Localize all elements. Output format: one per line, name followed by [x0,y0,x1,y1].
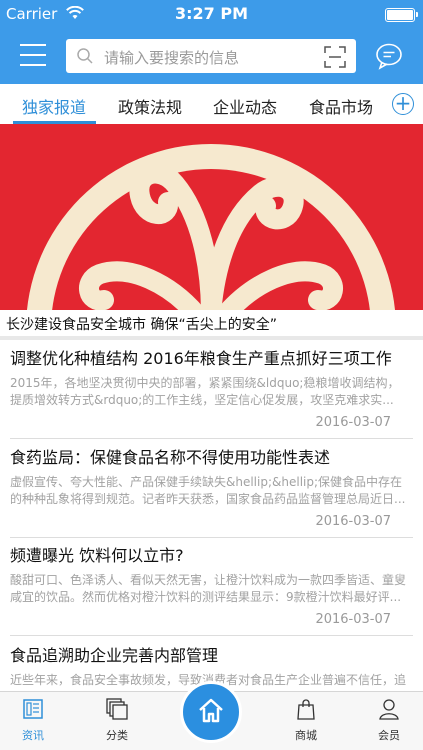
divider [10,537,413,538]
battery-icon [385,8,418,22]
divider [10,438,413,439]
news-title: 调整优化种植结构 2016年粮食生产重点抓好三项工作 [10,349,392,368]
tabbar-label: 分类 [106,729,128,742]
tab-policy[interactable]: 政策法规 [118,94,182,118]
scan-icon[interactable] [324,46,346,68]
add-tab-icon[interactable]: + [392,93,414,115]
tabbar-label: 资讯 [22,729,44,742]
news-summary: 虚假宣传、夸大性能、产品保健手续缺失&hellip;&hellip;保健食品中存… [10,475,406,506]
search-box[interactable]: 请输入要搜索的信息 [66,39,356,73]
news-title: 食药监局：保健食品名称不得使用功能性表述 [10,448,331,467]
message-icon[interactable] [375,42,403,70]
tabbar-label: 商城 [295,729,317,742]
tabbar-label: 会员 [378,729,400,742]
tabbar-item-news[interactable]: 资讯 [3,698,63,743]
tab-exclusive[interactable]: 独家报道 [22,94,86,118]
tabbar-item-member[interactable]: 会员 [359,698,419,743]
user-icon [379,699,399,720]
hero-caption-text: 长沙建设食品安全城市 确保“舌尖上的安全” [6,317,277,333]
tabbar-item-category[interactable]: 分类 [87,698,147,743]
tab-company-news[interactable]: 企业动态 [213,94,277,118]
top-nav-bar: 请输入要搜索的信息 [0,30,423,84]
divider [10,635,413,636]
news-date: 2016-03-07 [315,612,391,627]
home-icon [199,698,223,723]
carousel-track [0,336,423,340]
tab-food-market[interactable]: 食品市场 [309,94,373,118]
category-tabs: 独家报道 政策法规 企业动态 食品市场 + [0,84,423,124]
news-title: 食品追溯助企业完善内部管理 [10,646,219,665]
search-icon [77,48,93,64]
status-time: 3:27 PM [174,4,248,23]
news-summary: 2015年，各地坚决贯彻中央的部署，紧紧围绕&ldquo;稳粮增收调结构，提质增… [10,376,400,407]
search-placeholder[interactable]: 请输入要搜索的信息 [104,47,239,68]
news-title: 频遭曝光 饮料何以立市? [10,546,184,565]
news-date: 2016-03-07 [315,415,391,430]
news-summary: 酸甜可口、色泽诱人、看似天然无害，让橙汁饮料成为一款四季皆适、童叟咸宜的饮品。然… [10,573,407,604]
hero-banner-image[interactable] [0,124,423,310]
menu-icon[interactable] [20,44,46,66]
news-date: 2016-03-07 [315,514,391,529]
home-button[interactable] [180,681,242,743]
news-icon [23,699,43,719]
shopping-bag-icon [297,699,315,720]
tabbar-item-mall[interactable]: 商城 [276,698,336,743]
category-icon [106,698,128,720]
status-bar: Carrier 3:27 PM [0,0,423,30]
